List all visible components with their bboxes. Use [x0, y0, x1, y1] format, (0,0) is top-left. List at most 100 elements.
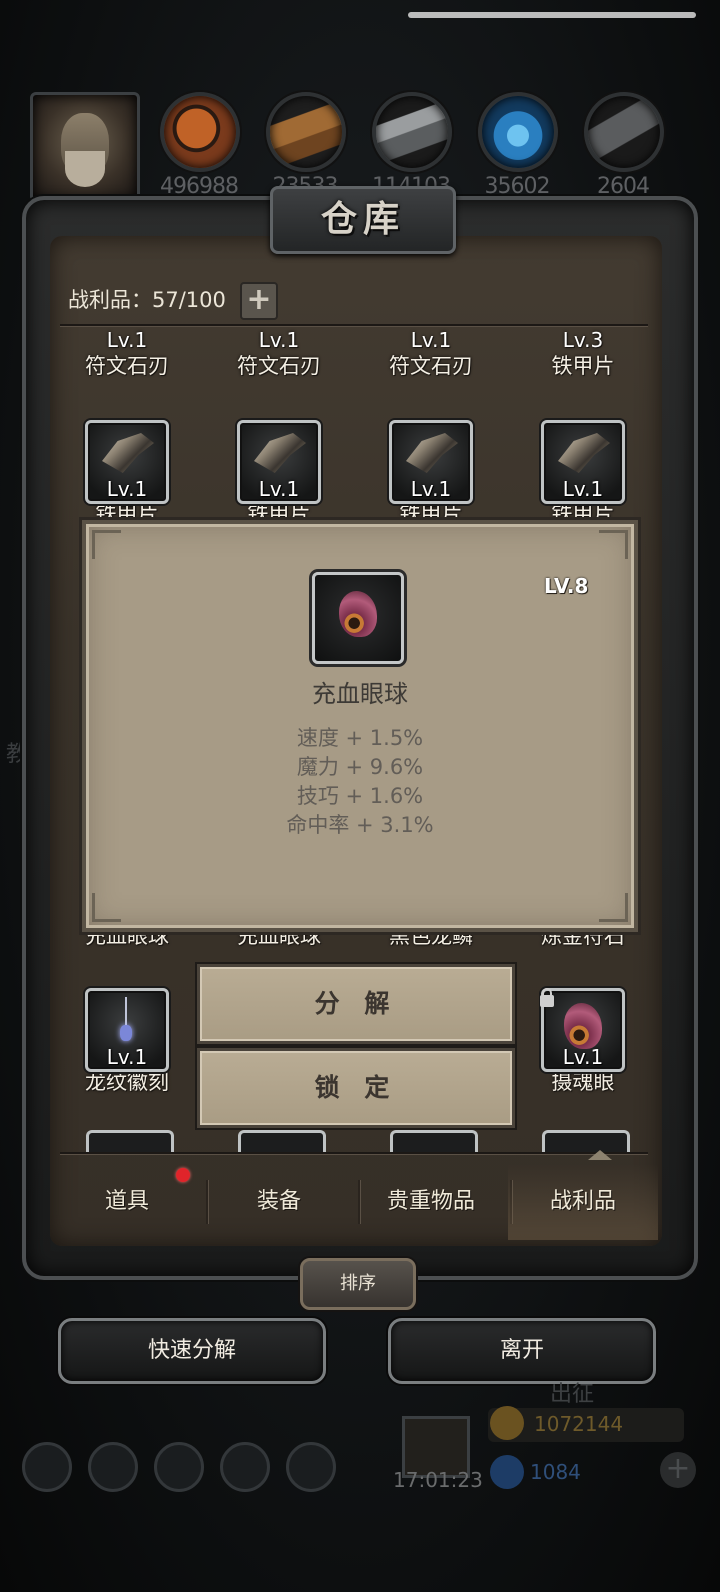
active-tab-indicator-icon: [588, 1150, 612, 1160]
resource-ore[interactable]: 2604: [584, 92, 664, 199]
item-slot-partial[interactable]: [86, 1130, 174, 1153]
map-icon: [154, 1442, 204, 1492]
item-slot-partial[interactable]: [390, 1130, 478, 1153]
gem-count: 1084: [530, 1460, 581, 1484]
item-dragon-emblem[interactable]: Lv.1 龙纹徽刻: [82, 988, 172, 1096]
tooltip-corner: [92, 530, 121, 559]
item-level: Lv.1: [106, 477, 148, 501]
guild-icon: [286, 1442, 336, 1492]
stat-speed: 速度 + 1.5%: [296, 726, 424, 750]
avatar-beard: [65, 151, 105, 187]
tooltip-item-name: 充血眼球: [312, 680, 408, 708]
item-slot-partial[interactable]: [238, 1130, 326, 1153]
iron-plate-icon: [406, 433, 458, 473]
item-slot[interactable]: Lv.1 符文石刃: [386, 330, 476, 380]
iron-icon: [372, 92, 452, 172]
item-detail-tooltip: LV.8 充血眼球 速度 + 1.5% 魔力 + 9.6% 技巧 + 1.6% …: [82, 520, 638, 932]
item-level-name: Lv.1 符文石刃: [234, 330, 324, 380]
lock-icon: [540, 988, 554, 1007]
item-name: 铁甲片: [551, 354, 615, 378]
wood-icon: [266, 92, 346, 172]
item-icon-frame: Lv.1: [541, 420, 625, 504]
tab-valuables[interactable]: 贵重物品: [356, 1164, 506, 1240]
item-icon-frame: Lv.1: [85, 988, 169, 1072]
item-icon-frame: Lv.1: [540, 988, 625, 1072]
stat-skill: 技巧 + 1.6%: [296, 784, 424, 808]
item-level: Lv.1: [258, 477, 300, 501]
stat-magic: 魔力 + 9.6%: [296, 755, 424, 779]
gift-timer: 17:01:23: [393, 1468, 483, 1492]
tooltip-item-icon: [312, 572, 404, 664]
item-iron-plate[interactable]: Lv.1 铁甲片: [234, 420, 324, 528]
resource-iron[interactable]: 114103: [372, 92, 452, 199]
item-level: Lv.1: [258, 328, 300, 352]
item-icon-frame: Lv.1: [237, 420, 321, 504]
item-name: 符文石刃: [85, 354, 169, 378]
decompose-label: 分 解: [314, 989, 398, 1018]
status-bar-handle: [408, 12, 696, 18]
item-iron-plate[interactable]: Lv.1 铁甲片: [386, 420, 476, 528]
item-iron-plate[interactable]: Lv.1 铁甲片: [538, 420, 628, 528]
mail-icon: [220, 1442, 270, 1492]
expand-capacity-button[interactable]: +: [240, 282, 278, 320]
item-soul-eye[interactable]: Lv.1 摄魂眼: [538, 988, 628, 1096]
leave-button[interactable]: 离开: [388, 1318, 656, 1384]
warehouse-title-plate: 仓库: [270, 186, 456, 254]
sort-button[interactable]: 排序: [300, 1258, 416, 1310]
resource-crystal[interactable]: 35602: [478, 92, 558, 199]
item-slot[interactable]: Lv.1 符文石刃: [82, 330, 172, 380]
item-level: Lv.1: [410, 328, 452, 352]
resource-wood[interactable]: 23533: [266, 92, 346, 199]
item-level: Lv.3: [562, 328, 604, 352]
eyeball-icon: [564, 1003, 602, 1049]
tabs-divider: [60, 1152, 648, 1154]
item-iron-plate[interactable]: Lv.1 铁甲片: [82, 420, 172, 528]
iron-plate-icon: [254, 433, 306, 473]
tooltip-stats: 速度 + 1.5% 魔力 + 9.6% 技巧 + 1.6% 命中率 + 3.1%: [86, 724, 634, 840]
tooltip-corner: [92, 893, 121, 922]
item-icon-frame: Lv.1: [85, 420, 169, 504]
leather-icon: [160, 92, 240, 172]
star-icon: [88, 1442, 138, 1492]
gem-icon: [490, 1455, 524, 1489]
tab-loot[interactable]: 战利品: [508, 1164, 658, 1240]
item-level: Lv.1: [562, 477, 604, 501]
item-level: Lv.1: [106, 1045, 148, 1069]
tooltip-corner: [599, 893, 628, 922]
item-slot[interactable]: Lv.3 铁甲片: [538, 330, 628, 380]
item-icon-frame: Lv.1: [389, 420, 473, 504]
item-level-name: Lv.3 铁甲片: [538, 330, 628, 380]
player-avatar[interactable]: [30, 92, 140, 202]
item-name: 符文石刃: [237, 354, 321, 378]
divider-top: [60, 324, 648, 326]
lock-label: 锁 定: [314, 1073, 398, 1102]
gold-coin-icon: [490, 1406, 524, 1440]
iron-plate-icon: [558, 433, 610, 473]
lock-button[interactable]: 锁 定: [197, 1048, 515, 1128]
tooltip-item-level: LV.8: [544, 574, 589, 598]
warehouse-title: 仓库: [320, 199, 405, 240]
notification-dot: [176, 1168, 190, 1182]
expedition-label: 出征: [550, 1382, 595, 1407]
crystal-icon: [478, 92, 558, 172]
capacity-label: 战利品：57/100: [68, 288, 226, 312]
gold-count: 1072144: [534, 1412, 624, 1436]
iron-plate-icon: [102, 433, 154, 473]
settings-icon: [22, 1442, 72, 1492]
item-slot[interactable]: Lv.1 符文石刃: [234, 330, 324, 380]
tab-equipment[interactable]: 装备: [204, 1164, 354, 1240]
item-level-name: Lv.1 符文石刃: [82, 330, 172, 380]
item-name: 符文石刃: [389, 354, 473, 378]
item-slot-partial[interactable]: [542, 1130, 630, 1153]
item-level: Lv.1: [106, 328, 148, 352]
item-level-name: Lv.1 符文石刃: [386, 330, 476, 380]
stat-hit-rate: 命中率 + 3.1%: [286, 813, 434, 837]
quick-decompose-button[interactable]: 快速分解: [58, 1318, 326, 1384]
decompose-button[interactable]: 分 解: [197, 964, 515, 1044]
tooltip-corner: [599, 530, 628, 559]
item-level: Lv.1: [562, 1045, 604, 1069]
resource-leather[interactable]: 496988: [160, 92, 240, 199]
ore-icon: [584, 92, 664, 172]
item-level: Lv.1: [410, 477, 452, 501]
add-currency-icon: +: [660, 1452, 696, 1488]
